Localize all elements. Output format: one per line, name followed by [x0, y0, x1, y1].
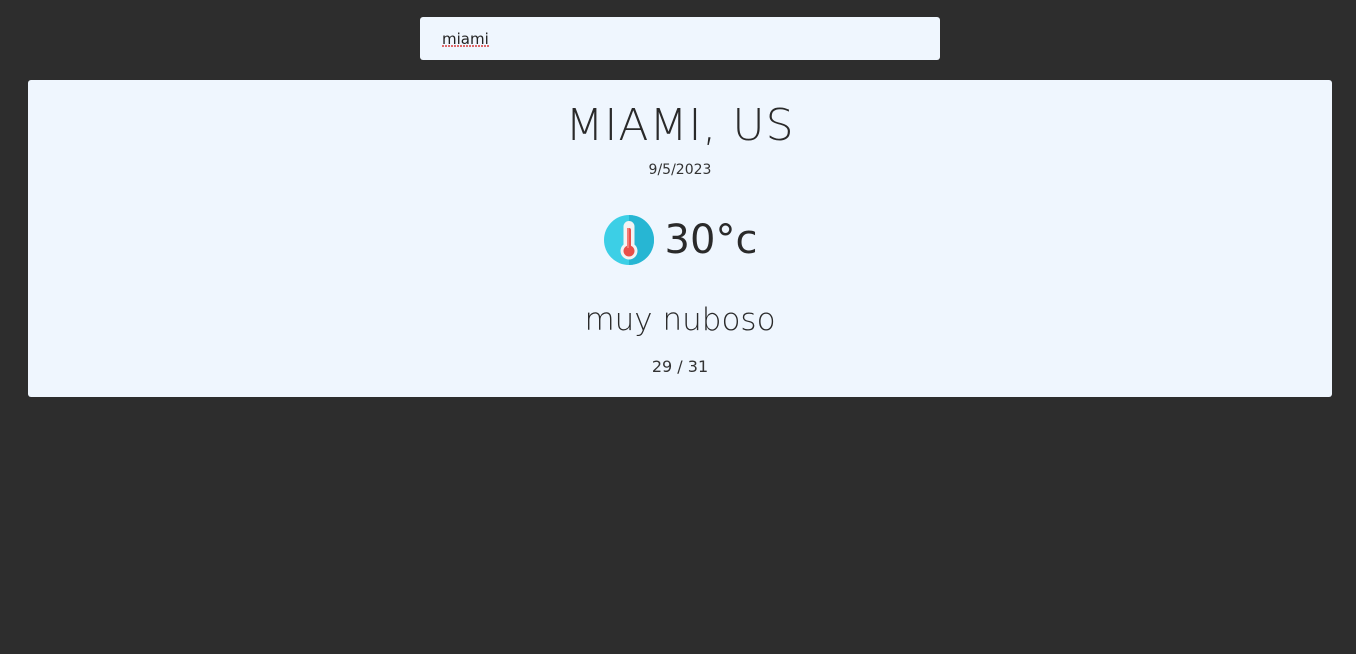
temperature: 30°c: [664, 217, 758, 263]
weather-date: 9/5/2023: [648, 162, 712, 178]
weather-description: muy nuboso: [584, 302, 776, 338]
thermometer-icon: [603, 215, 654, 265]
temperature-row: 30°c: [28, 212, 1332, 268]
temperature-range: 29 / 31: [651, 357, 709, 376]
spellcheck-underline: [442, 45, 490, 47]
search-box[interactable]: [420, 17, 940, 60]
search-input[interactable]: [420, 17, 940, 60]
weather-card: MIAMI, US 9/5/2023 30°c muy nuboso 29 / …: [28, 80, 1332, 397]
city-name: MIAMI, US: [565, 100, 795, 151]
